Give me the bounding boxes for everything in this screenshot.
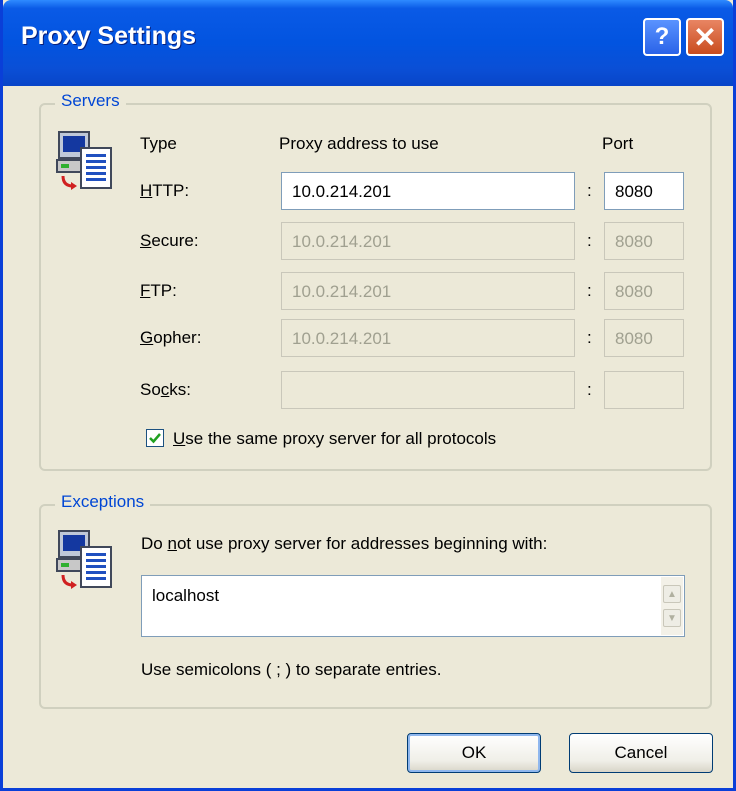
http-label: HTTP: bbox=[140, 181, 190, 200]
checkmark-icon bbox=[149, 433, 161, 444]
ftp-label: FTP: bbox=[140, 281, 177, 300]
exceptions-scrollbar[interactable]: ▲ ▼ bbox=[661, 577, 683, 635]
port-column-header: Port bbox=[602, 134, 634, 153]
socks-address-input[interactable] bbox=[281, 371, 575, 409]
type-column-header: Type bbox=[140, 134, 177, 153]
scroll-down-icon[interactable]: ▼ bbox=[663, 609, 681, 627]
ftp-address-input[interactable]: 10.0.214.201 bbox=[281, 272, 575, 310]
scroll-up-icon[interactable]: ▲ bbox=[663, 585, 681, 603]
exceptions-legend: Exceptions bbox=[55, 492, 151, 512]
close-button[interactable]: ✕ bbox=[686, 18, 724, 56]
exceptions-hint: Use semicolons ( ; ) to separate entries… bbox=[141, 660, 442, 679]
gopher-address-input[interactable]: 10.0.214.201 bbox=[281, 319, 575, 357]
socks-port-input[interactable] bbox=[604, 371, 684, 409]
ok-button[interactable]: OK bbox=[407, 733, 541, 773]
gopher-colon: : bbox=[587, 328, 592, 347]
socks-colon: : bbox=[587, 380, 592, 399]
exceptions-description: Do not use proxy server for addresses be… bbox=[141, 534, 548, 553]
network-computer-icon bbox=[56, 131, 112, 190]
http-port-input[interactable]: 8080 bbox=[604, 172, 684, 210]
secure-label: Secure: bbox=[140, 231, 199, 250]
help-button[interactable]: ? bbox=[643, 18, 681, 56]
gopher-label: Gopher: bbox=[140, 328, 202, 347]
ftp-colon: : bbox=[587, 281, 592, 300]
proxy-settings-dialog: Proxy Settings ? ✕ Servers Type Proxy ad… bbox=[0, 0, 736, 791]
secure-address-input[interactable]: 10.0.214.201 bbox=[281, 222, 575, 260]
gopher-port-input[interactable]: 8080 bbox=[604, 319, 684, 357]
socks-label: Socks: bbox=[140, 380, 192, 399]
servers-legend: Servers bbox=[55, 91, 126, 111]
secure-port-input[interactable]: 8080 bbox=[604, 222, 684, 260]
exceptions-textarea[interactable]: localhost ▲ ▼ bbox=[141, 575, 685, 637]
title-bar: Proxy Settings ? ✕ bbox=[3, 0, 733, 86]
exceptions-value: localhost bbox=[152, 586, 220, 605]
same-proxy-label[interactable]: Use the same proxy server for all protoc… bbox=[173, 429, 496, 449]
cancel-button[interactable]: Cancel bbox=[569, 733, 713, 773]
network-computer-icon bbox=[56, 530, 112, 589]
address-column-header: Proxy address to use bbox=[279, 134, 439, 153]
secure-colon: : bbox=[587, 231, 592, 250]
same-proxy-checkbox[interactable] bbox=[146, 429, 164, 447]
ftp-port-input[interactable]: 8080 bbox=[604, 272, 684, 310]
http-address-input[interactable]: 10.0.214.201 bbox=[281, 172, 575, 210]
dialog-title: Proxy Settings bbox=[21, 22, 197, 50]
http-colon: : bbox=[587, 181, 592, 200]
